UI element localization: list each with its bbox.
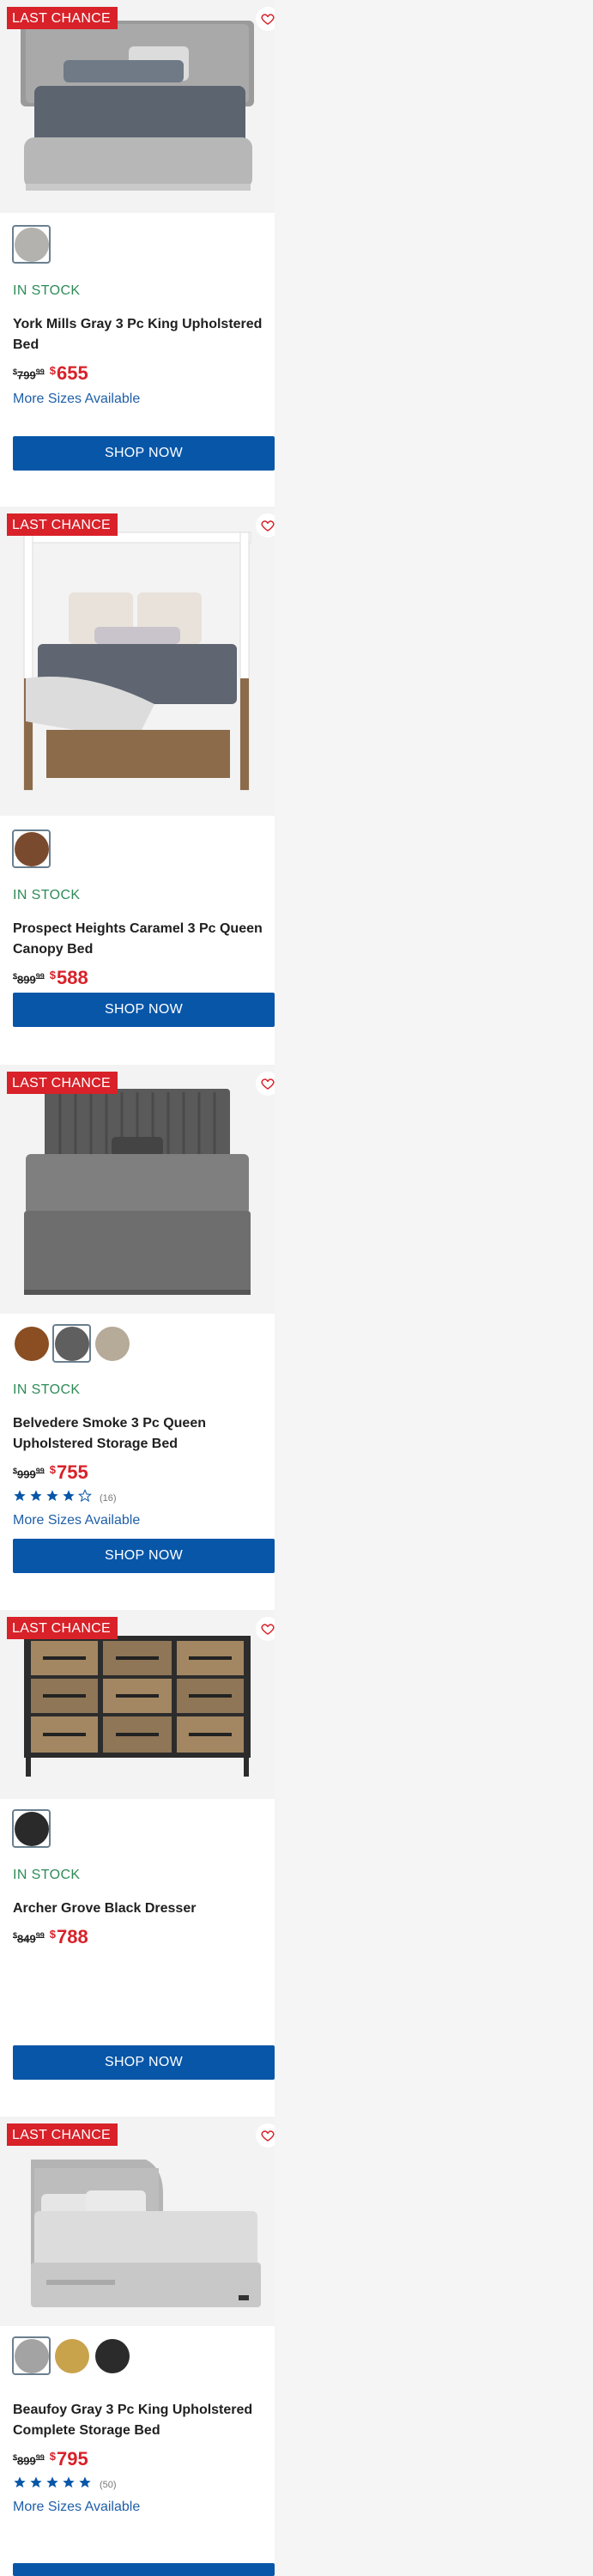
original-price: $89999 [13,972,45,987]
product-title[interactable]: York Mills Gray 3 Pc King Upholstered Be… [13,314,270,355]
product-image[interactable]: LAST CHANCE [0,507,275,816]
color-swatches [12,1324,131,1363]
heart-icon[interactable] [256,2123,275,2148]
product-image[interactable]: LAST CHANCE [0,1610,275,1799]
star-rating[interactable]: (16) [13,1489,117,1507]
shop-now-button[interactable]: SHOP NOW [13,1539,275,1573]
last-chance-badge: LAST CHANCE [7,513,118,536]
bed-image [0,2117,275,2326]
product-title[interactable]: Archer Grove Black Dresser [13,1899,270,1919]
color-swatches [12,2336,131,2375]
star-rating[interactable]: (50) [13,2476,117,2494]
color-swatches [12,225,51,264]
heart-icon[interactable] [256,7,275,31]
bed-image [0,1065,275,1314]
price: $99999 $755 [13,1461,88,1484]
color-swatches [12,829,51,868]
swatch-smoke[interactable] [52,1324,91,1363]
bed-image [0,0,275,213]
stock-status: IN STOCK [13,283,81,298]
heart-icon[interactable] [256,1617,275,1641]
star-icon [45,2476,59,2494]
swatch-black[interactable] [12,1809,51,1848]
sale-price: $755 [49,1461,88,1483]
original-price: $84999 [13,1931,45,1946]
last-chance-badge: LAST CHANCE [7,1617,118,1639]
heart-icon[interactable] [256,1072,275,1096]
stock-status: IN STOCK [13,1382,81,1397]
swatch-black[interactable] [93,2336,131,2375]
swatch-caramel[interactable] [12,829,51,868]
product-title[interactable]: Prospect Heights Caramel 3 Pc Queen Cano… [13,919,270,960]
star-icon [29,2476,43,2494]
product-card: LAST CHANCE IN STOCK Prospect Heights Ca… [0,507,275,1065]
star-icon [29,1489,43,1507]
stock-status: IN STOCK [13,1868,81,1882]
star-half-icon [78,2476,92,2494]
sale-price: $588 [49,967,88,988]
shop-now-button[interactable] [13,2563,275,2576]
product-title[interactable]: Belvedere Smoke 3 Pc Queen Upholstered S… [13,1413,270,1455]
original-price: $89999 [13,2453,45,2468]
bed-image [0,507,275,816]
star-icon [13,1489,27,1507]
last-chance-badge: LAST CHANCE [7,2123,118,2146]
price: $79999 $655 [13,362,88,385]
star-icon [62,1489,76,1507]
shop-now-button[interactable]: SHOP NOW [13,993,275,1027]
sale-price: $655 [49,362,88,384]
rating-count: (50) [100,2479,117,2490]
more-sizes-link[interactable]: More Sizes Available [13,2500,140,2515]
last-chance-badge: LAST CHANCE [7,1072,118,1094]
last-chance-badge: LAST CHANCE [7,7,118,29]
shop-now-button[interactable]: SHOP NOW [13,2045,275,2080]
product-card: LAST CHANCE IN STOCK York Mills Gray 3 P… [0,0,275,507]
star-icon [45,1489,59,1507]
shop-now-button[interactable]: SHOP NOW [13,436,275,471]
swatch-gray[interactable] [12,2336,51,2375]
product-card: LAST CHANCE IN STOCK Belvedere Smoke 3 P… [0,1065,275,1610]
original-price: $79999 [13,368,45,382]
product-card: LAST CHANCE IN STOCK Archer Grove Black … [0,1610,275,2117]
star-icon [13,2476,27,2494]
product-image[interactable]: LAST CHANCE [0,0,275,213]
product-card: LAST CHANCE Beaufoy Gray 3 Pc King Uphol… [0,2117,275,2576]
stock-status: IN STOCK [13,888,81,902]
price: $89999 $588 [13,967,88,989]
product-title[interactable]: Beaufoy Gray 3 Pc King Upholstered Compl… [13,2400,270,2441]
more-sizes-link[interactable]: More Sizes Available [13,1513,140,1528]
swatch-taupe[interactable] [93,1324,131,1363]
more-sizes-link[interactable]: More Sizes Available [13,392,140,407]
swatch-brown[interactable] [12,1324,51,1363]
star-icon [62,2476,76,2494]
sale-price: $788 [49,1926,88,1947]
product-column: LAST CHANCE IN STOCK York Mills Gray 3 P… [0,0,275,2576]
color-swatches [12,1809,51,1848]
product-image[interactable]: LAST CHANCE [0,1065,275,1314]
price: $84999 $788 [13,1926,88,1948]
product-image[interactable]: LAST CHANCE [0,2117,275,2326]
rating-count: (16) [100,1492,117,1504]
sale-price: $795 [49,2448,88,2470]
original-price: $99999 [13,1467,45,1481]
swatch-gray[interactable] [12,225,51,264]
price: $89999 $795 [13,2448,88,2470]
star-empty-icon [78,1489,92,1507]
swatch-gold[interactable] [52,2336,91,2375]
heart-icon[interactable] [256,513,275,538]
